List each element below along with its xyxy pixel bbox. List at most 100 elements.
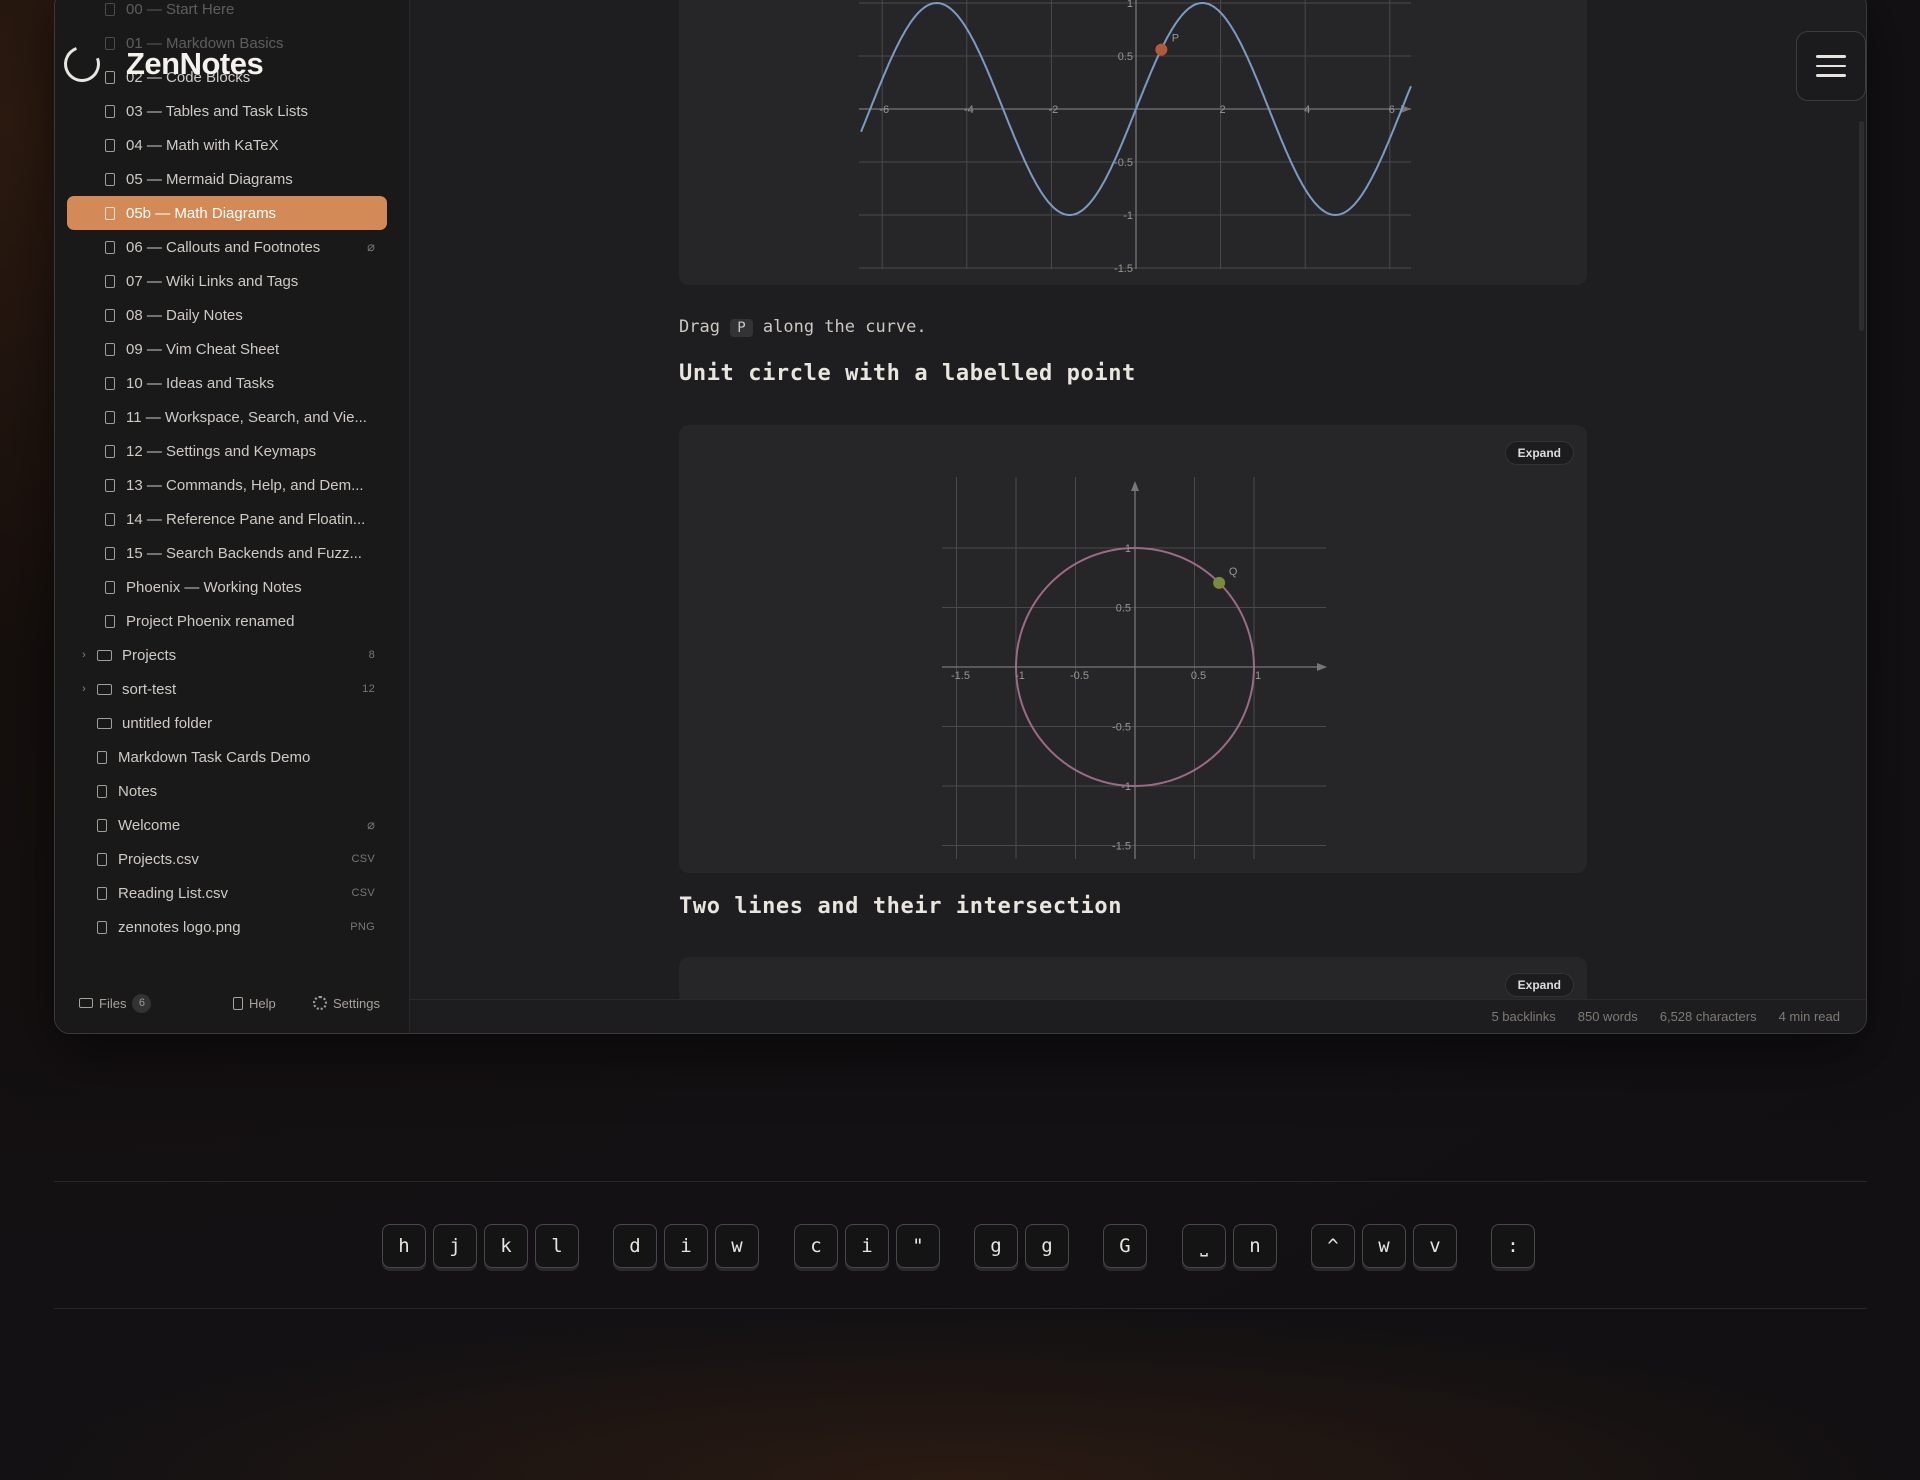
- files-count-badge: 6: [132, 993, 152, 1013]
- y-tick-label: 1: [1127, 0, 1133, 10]
- vim-key: G: [1103, 1224, 1147, 1268]
- x-tick-label: 0.5: [1191, 670, 1206, 682]
- vim-key: l: [535, 1224, 579, 1268]
- expand-button[interactable]: Expand: [1504, 441, 1574, 465]
- help-icon: [233, 996, 243, 1010]
- files-button[interactable]: Files 6: [79, 993, 152, 1013]
- help-button[interactable]: Help: [233, 996, 276, 1011]
- folder-icon: [79, 998, 93, 1008]
- hamburger-menu-button[interactable]: [1796, 31, 1866, 101]
- file-item[interactable]: 06 — Callouts and Footnotes ⌀: [67, 230, 387, 264]
- vim-key: w: [715, 1224, 759, 1268]
- file-item[interactable]: Reading List.csv CSV: [67, 876, 387, 910]
- settings-button[interactable]: Settings: [313, 996, 380, 1011]
- caption-key: P: [730, 319, 753, 337]
- app-name: ZenNotes: [126, 46, 264, 81]
- file-item[interactable]: zennotes logo.png PNG: [67, 910, 387, 944]
- x-tick-label: -4: [964, 104, 974, 116]
- x-tick-label: -6: [879, 104, 889, 116]
- file-item[interactable]: 03 — Tables and Task Lists: [67, 94, 387, 128]
- tree-item-label: sort-test: [122, 680, 177, 698]
- circle-chart-card: Expand -1.5 -1 -0.5 0.5 1 1 0.5 -0.5 -1 -1.5 Q: [679, 425, 1587, 873]
- folder-count: 8: [368, 649, 375, 661]
- file-icon: [105, 308, 115, 322]
- file-icon: [105, 410, 115, 424]
- file-item[interactable]: 10 — Ideas and Tasks: [67, 366, 387, 400]
- file-icon: [105, 512, 115, 526]
- file-item[interactable]: 04 — Math with KaTeX: [67, 128, 387, 162]
- file-item[interactable]: Phoenix — Working Notes: [67, 570, 387, 604]
- vim-key: :: [1491, 1224, 1535, 1268]
- backlinks-count[interactable]: 5 backlinks: [1491, 1009, 1555, 1024]
- y-tick-label: -1: [1121, 781, 1131, 793]
- tree-item-label: 08 — Daily Notes: [126, 306, 243, 324]
- scrollbar-thumb[interactable]: [1859, 121, 1864, 331]
- file-item[interactable]: 14 — Reference Pane and Floatin...: [67, 502, 387, 536]
- folder-item[interactable]: › Projects 8: [67, 638, 387, 672]
- file-type-badge: PNG: [350, 921, 375, 933]
- caption-suffix: along the curve.: [762, 317, 927, 337]
- expand-button[interactable]: Expand: [1504, 973, 1574, 997]
- vim-key: i: [845, 1224, 889, 1268]
- status-bar: 5 backlinks 850 words 6,528 characters 4…: [410, 999, 1866, 1033]
- file-item[interactable]: Project Phoenix renamed: [67, 604, 387, 638]
- y-tick-label: -1.5: [1112, 841, 1131, 853]
- file-item[interactable]: Projects.csv CSV: [67, 842, 387, 876]
- vim-key: ": [896, 1224, 940, 1268]
- file-item[interactable]: 05 — Mermaid Diagrams: [67, 162, 387, 196]
- file-item[interactable]: 08 — Daily Notes: [67, 298, 387, 332]
- vim-key: i: [664, 1224, 708, 1268]
- file-item[interactable]: 07 — Wiki Links and Tags: [67, 264, 387, 298]
- file-item[interactable]: 12 — Settings and Keymaps: [67, 434, 387, 468]
- circle-chart: -1.5 -1 -0.5 0.5 1 1 0.5 -0.5 -1 -1.5 Q: [942, 477, 1327, 859]
- file-icon: [105, 580, 115, 594]
- file-item[interactable]: Welcome ⌀: [67, 808, 387, 842]
- file-icon: [105, 614, 115, 628]
- vim-key: ⎵: [1182, 1224, 1226, 1268]
- y-tick-label: 0.5: [1116, 603, 1131, 615]
- file-item[interactable]: 09 — Vim Cheat Sheet: [67, 332, 387, 366]
- folder-item[interactable]: › sort-test 12: [67, 672, 387, 706]
- file-icon: [97, 784, 107, 798]
- heading-unit-circle: Unit circle with a labelled point: [679, 361, 1136, 386]
- file-item[interactable]: Markdown Task Cards Demo: [67, 740, 387, 774]
- sidebar: 00 — Start Here 01 — Markdown Basics 02 — …: [55, 0, 410, 1033]
- y-tick-label: -0.5: [1112, 722, 1131, 734]
- file-item[interactable]: 11 — Workspace, Search, and Vie...: [67, 400, 387, 434]
- tree-item-label: 14 — Reference Pane and Floatin...: [126, 510, 366, 528]
- file-icon: [105, 376, 115, 390]
- vim-key: g: [1025, 1224, 1069, 1268]
- file-item[interactable]: Notes: [67, 774, 387, 808]
- file-icon: [105, 342, 115, 356]
- tree-item-label: Phoenix — Working Notes: [126, 578, 302, 596]
- tree-item-label: 12 — Settings and Keymaps: [126, 442, 317, 460]
- sidebar-footer: Files 6 Help Settings: [55, 973, 410, 1033]
- chevron-right-icon[interactable]: ›: [77, 649, 91, 661]
- vim-key: j: [433, 1224, 477, 1268]
- folder-item[interactable]: untitled folder: [67, 706, 387, 740]
- file-icon: [105, 104, 115, 118]
- divider-top: [54, 1181, 1867, 1182]
- file-item[interactable]: 13 — Commands, Help, and Dem...: [67, 468, 387, 502]
- tree-item-label: 10 — Ideas and Tasks: [126, 374, 275, 392]
- file-icon: [97, 920, 107, 934]
- background-glow: [0, 1310, 1920, 1480]
- file-item[interactable]: 00 — Start Here: [67, 0, 387, 26]
- y-tick-label: -1: [1123, 210, 1133, 222]
- x-tick-label: 1: [1255, 670, 1261, 682]
- help-label: Help: [249, 995, 276, 1011]
- tree-item-label: Projects.csv: [118, 850, 199, 868]
- paperclip-icon: ⌀: [367, 817, 375, 832]
- tree-item-label: Welcome: [118, 816, 181, 834]
- file-item[interactable]: 15 — Search Backends and Fuzz...: [67, 536, 387, 570]
- file-item[interactable]: 05b — Math Diagrams: [67, 196, 387, 230]
- file-icon: [105, 206, 115, 220]
- x-tick-label: -0.5: [1070, 670, 1089, 682]
- chevron-right-icon[interactable]: ›: [77, 683, 91, 695]
- settings-label: Settings: [333, 995, 380, 1011]
- tree-item-label: 05b — Math Diagrams: [126, 204, 277, 222]
- sine-chart: -6 -4 -2 2 4 6 1 0.5 -0.5 -1 -1.5 P: [859, 0, 1412, 275]
- tree-item-label: Reading List.csv: [118, 884, 229, 902]
- word-count: 850 words: [1577, 1009, 1638, 1024]
- caption-prefix: Drag: [679, 317, 720, 337]
